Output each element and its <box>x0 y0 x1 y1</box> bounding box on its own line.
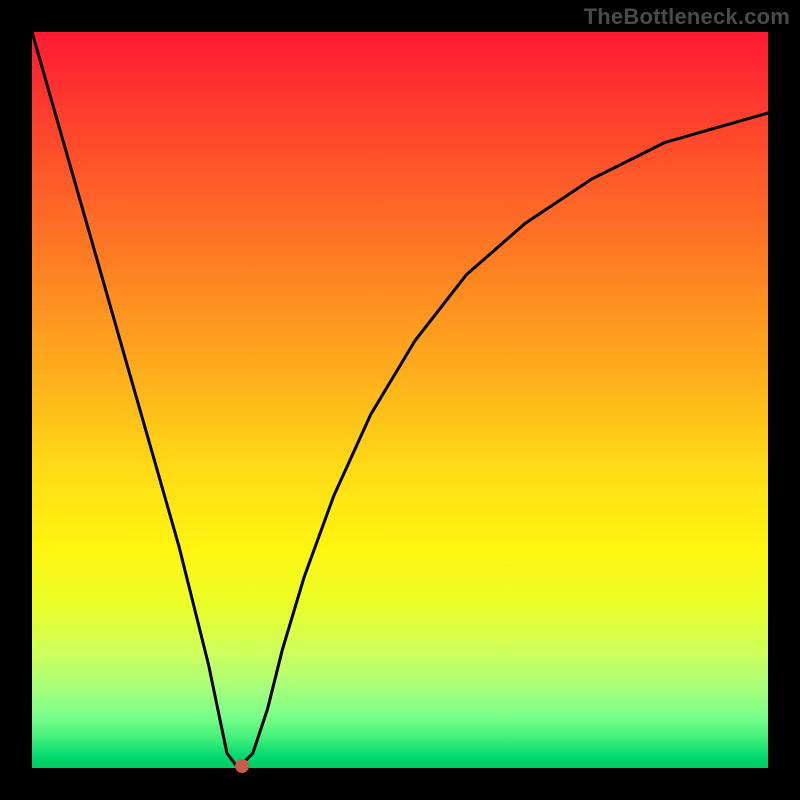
watermark-text: TheBottleneck.com <box>584 4 790 30</box>
bottleneck-curve <box>32 32 768 768</box>
chart-frame: TheBottleneck.com <box>0 0 800 800</box>
minimum-marker-dot <box>235 759 249 773</box>
plot-area <box>32 32 768 768</box>
